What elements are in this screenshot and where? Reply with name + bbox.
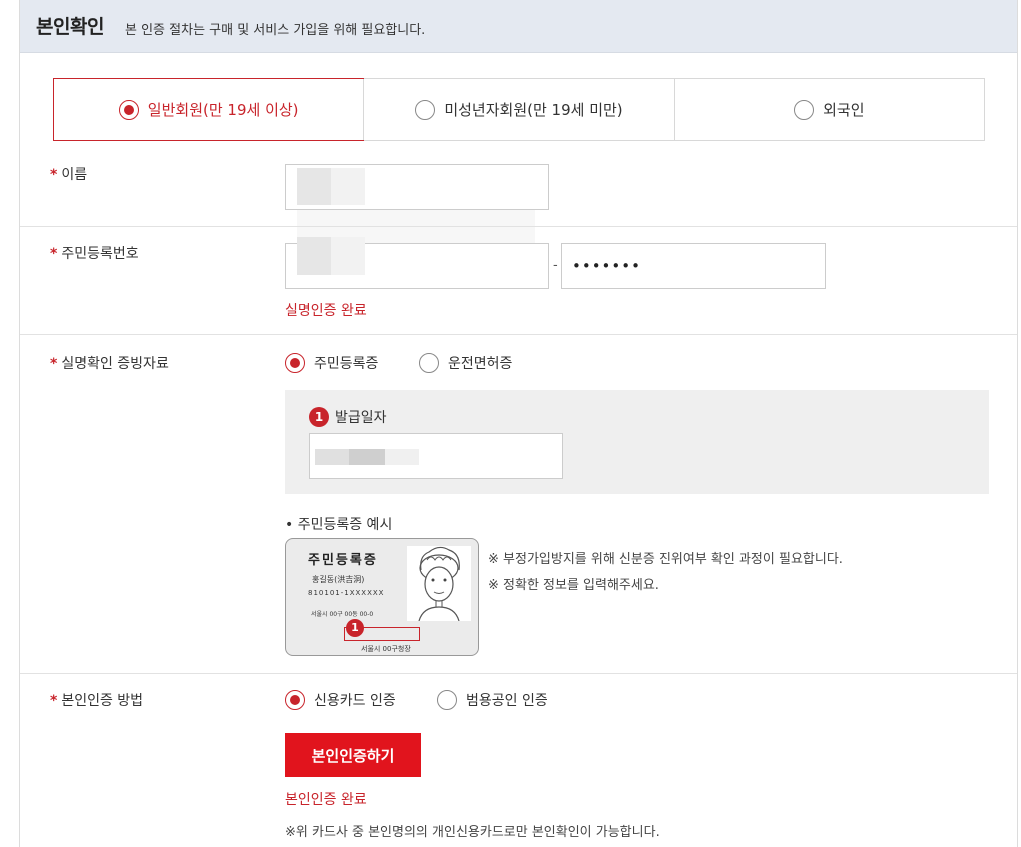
example-title: • 주민등록증 예시 [285,517,393,533]
masked-date-block [385,449,419,465]
card-number: 810101-1XXXXXX [308,589,385,597]
radio-selected-icon[interactable] [285,690,305,710]
proof-label: * 실명확인 증빙자료 [50,356,169,372]
tab-label: 외국인 [823,101,865,119]
radio-selected-icon[interactable] [118,99,139,120]
masked-date-block [315,449,349,465]
rrn-label: * 주민등록번호 [50,246,139,262]
identity-verification-panel: 본인확인 본 인증 절차는 구매 및 서비스 가입을 위해 필요합니다. 일반회… [19,0,1018,847]
proof-note: ※ 부정가입방지를 위해 신분증 진위여부 확인 과정이 필요합니다. [488,552,843,567]
resident-card-example: 주민등록증 홍길동(洪吉洞) 810101-1XXXXXX 서울시 00구 00… [285,538,479,656]
masked-name-block [297,168,331,205]
row-divider [20,673,1017,674]
option-drivers-license[interactable]: 운전면허증 [419,353,512,373]
issue-date-label: 1 발급일자 [309,407,387,427]
rrn-separator: - [553,258,558,273]
required-asterisk: * [50,356,58,372]
option-resident-card[interactable]: 주민등록증 [285,353,378,373]
section-header: 본인확인 본 인증 절차는 구매 및 서비스 가입을 위해 필요합니다. [20,0,1017,53]
card-issuer: 서울시 00구청장 [361,645,411,653]
number-badge: 1 [346,619,364,637]
card-address: 서울시 00구 00동 00-0 [311,611,374,618]
option-public-certificate[interactable]: 범용공인 인증 [437,690,548,710]
radio-selected-icon[interactable] [285,353,305,373]
auth-status: 본인인증 완료 [285,792,367,808]
masked-rrn-block [297,237,331,275]
row-divider [20,334,1017,335]
rrn-back-input[interactable] [561,243,826,289]
page-title: 본인확인 [36,16,104,38]
tab-label: 미성년자회원(만 19세 미만) [444,101,623,119]
masked-date-block [349,449,385,465]
proof-note: ※ 정확한 정보를 입력해주세요. [488,578,659,593]
tab-minor-member[interactable]: 미성년자회원(만 19세 미만) [363,79,673,140]
card-name: 홍길동(洪吉洞) [312,575,365,584]
auth-note: ※위 카드사 중 본인명의의 개인신용카드로만 본인확인이 가능합니다. [285,825,660,840]
name-label: * 이름 [50,167,88,183]
tab-label: 일반회원(만 19세 이상) [147,101,299,119]
realname-status: 실명인증 완료 [285,303,367,319]
card-photo-illustration [407,546,471,622]
tab-general-member[interactable]: 일반회원(만 19세 이상) [53,78,365,141]
radio-empty-icon[interactable] [415,99,436,120]
masked-rrn-block [331,237,365,275]
row-divider [20,226,1017,227]
radio-empty-icon[interactable] [437,690,457,710]
auth-method-label: * 본인인증 방법 [50,693,144,709]
number-badge: 1 [309,407,329,427]
option-credit-card[interactable]: 신용카드 인증 [285,690,396,710]
radio-empty-icon[interactable] [419,353,439,373]
required-asterisk: * [50,693,58,709]
verify-identity-button[interactable]: 본인인증하기 [285,733,421,777]
required-asterisk: * [50,167,58,183]
card-title: 주민등록증 [308,553,378,568]
masked-name-block [331,168,365,205]
issue-date-box: 1 발급일자 [285,390,989,494]
portrait-icon [418,546,460,622]
page-description: 본 인증 절차는 구매 및 서비스 가입을 위해 필요합니다. [125,23,426,38]
radio-empty-icon[interactable] [794,99,815,120]
required-asterisk: * [50,246,58,262]
tab-foreigner[interactable]: 외국인 [673,79,984,140]
member-type-tabs: 일반회원(만 19세 이상) 미성년자회원(만 19세 미만) 외국인 [53,78,985,141]
